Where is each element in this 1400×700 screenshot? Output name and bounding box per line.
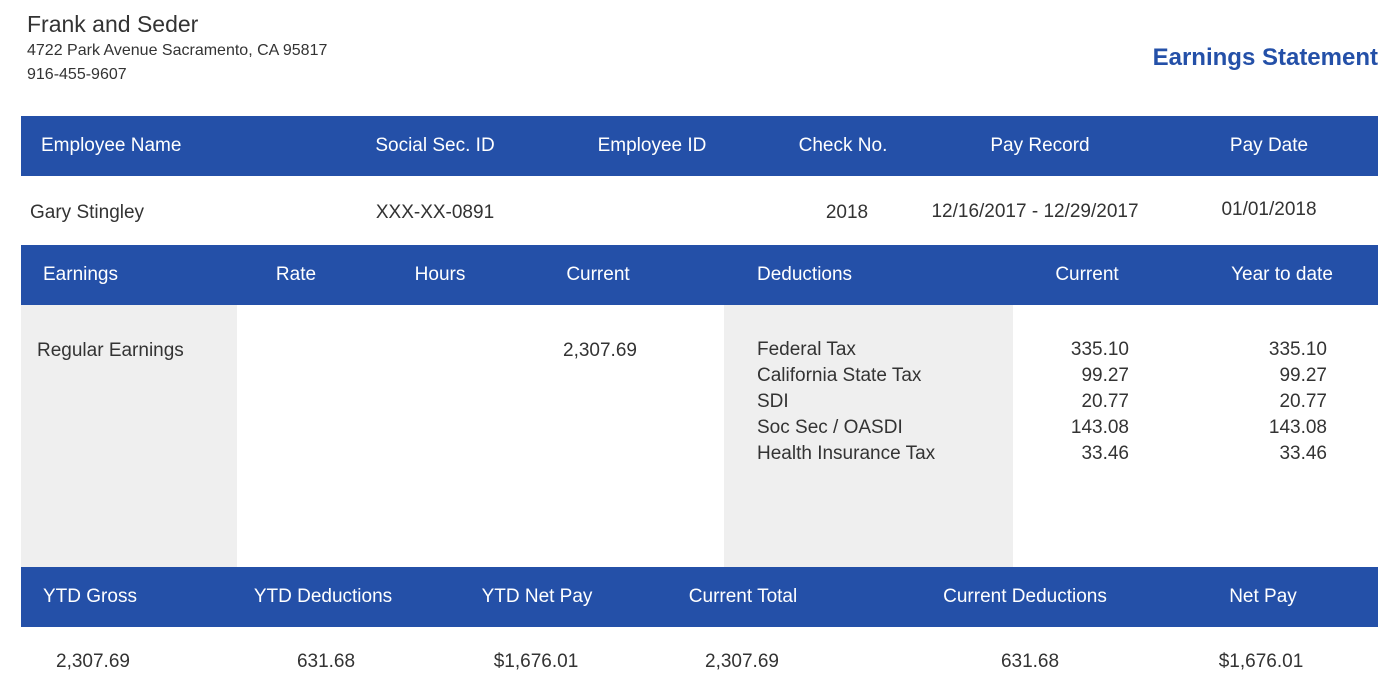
column-header-rate: Rate xyxy=(275,264,317,285)
deduction-ytd: 143.08 xyxy=(1268,417,1327,438)
deduction-current: 335.10 xyxy=(1070,339,1129,360)
summary-header-bar: YTD Gross YTD Deductions YTD Net Pay Cur… xyxy=(21,567,1378,627)
column-header-employee-id: Employee ID xyxy=(597,135,707,156)
column-header-pay-record: Pay Record xyxy=(990,135,1090,156)
deductions-list: Federal Tax 335.10 335.10 California Sta… xyxy=(0,338,1400,468)
column-header-deductions-current: Current xyxy=(1055,264,1119,285)
column-header-current-total: Current Total xyxy=(688,586,798,607)
deduction-ytd: 33.46 xyxy=(1279,443,1327,464)
employee-header-bar: Employee Name Social Sec. ID Employee ID… xyxy=(21,116,1378,176)
employee-name: Gary Stingley xyxy=(30,202,145,223)
deduction-current: 33.46 xyxy=(1081,443,1129,464)
deduction-row: Health Insurance Tax 33.46 33.46 xyxy=(0,442,1400,468)
deduction-label: Soc Sec / OASDI xyxy=(757,417,903,438)
deduction-label: California State Tax xyxy=(757,365,922,386)
company-name: Frank and Seder xyxy=(27,11,199,37)
document-title: Earnings Statement xyxy=(1152,44,1378,71)
current-total-value: 2,307.69 xyxy=(705,651,779,672)
column-header-social-sec-id: Social Sec. ID xyxy=(375,135,495,156)
column-header-year-to-date: Year to date xyxy=(1231,264,1333,285)
deduction-label: Federal Tax xyxy=(757,339,856,360)
ytd-deductions-value: 631.68 xyxy=(296,651,356,672)
column-header-ytd-deductions: YTD Deductions xyxy=(253,586,393,607)
net-pay-value: $1,676.01 xyxy=(1218,651,1304,672)
column-header-earnings: Earnings xyxy=(43,264,118,285)
social-sec-id: XXX-XX-0891 xyxy=(375,202,495,223)
column-header-ytd-net-pay: YTD Net Pay xyxy=(481,586,593,607)
column-header-ytd-gross: YTD Gross xyxy=(43,586,137,607)
column-header-earnings-current: Current xyxy=(566,264,630,285)
deduction-row: California State Tax 99.27 99.27 xyxy=(0,364,1400,390)
check-no: 2018 xyxy=(825,202,869,223)
deduction-current: 99.27 xyxy=(1081,365,1129,386)
current-deductions-value: 631.68 xyxy=(1000,651,1060,672)
deduction-row: Soc Sec / OASDI 143.08 143.08 xyxy=(0,416,1400,442)
column-header-hours: Hours xyxy=(414,264,466,285)
company-address: 4722 Park Avenue Sacramento, CA 95817 xyxy=(27,42,328,59)
deduction-current: 143.08 xyxy=(1070,417,1129,438)
deduction-row: SDI 20.77 20.77 xyxy=(0,390,1400,416)
ytd-gross-value: 2,307.69 xyxy=(56,651,130,672)
deduction-label: SDI xyxy=(757,391,789,412)
ytd-net-pay-value: $1,676.01 xyxy=(493,651,579,672)
company-phone: 916-455-9607 xyxy=(27,66,127,83)
column-header-pay-date: Pay Date xyxy=(1229,135,1309,156)
column-header-current-deductions: Current Deductions xyxy=(943,586,1107,607)
column-header-deductions: Deductions xyxy=(757,264,853,285)
column-header-check-no: Check No. xyxy=(798,135,888,156)
deduction-ytd: 99.27 xyxy=(1279,365,1327,386)
deduction-label: Health Insurance Tax xyxy=(757,443,936,464)
pay-date: 01/01/2018 xyxy=(1221,199,1317,220)
deduction-ytd: 335.10 xyxy=(1268,339,1327,360)
deduction-row: Federal Tax 335.10 335.10 xyxy=(0,338,1400,364)
column-header-employee-name: Employee Name xyxy=(41,135,182,156)
column-header-net-pay: Net Pay xyxy=(1229,586,1297,607)
deduction-ytd: 20.77 xyxy=(1279,391,1327,412)
earnings-header-bar: Earnings Rate Hours Current Deductions C… xyxy=(21,245,1378,305)
pay-record: 12/16/2017 - 12/29/2017 xyxy=(931,201,1139,222)
deduction-current: 20.77 xyxy=(1081,391,1129,412)
